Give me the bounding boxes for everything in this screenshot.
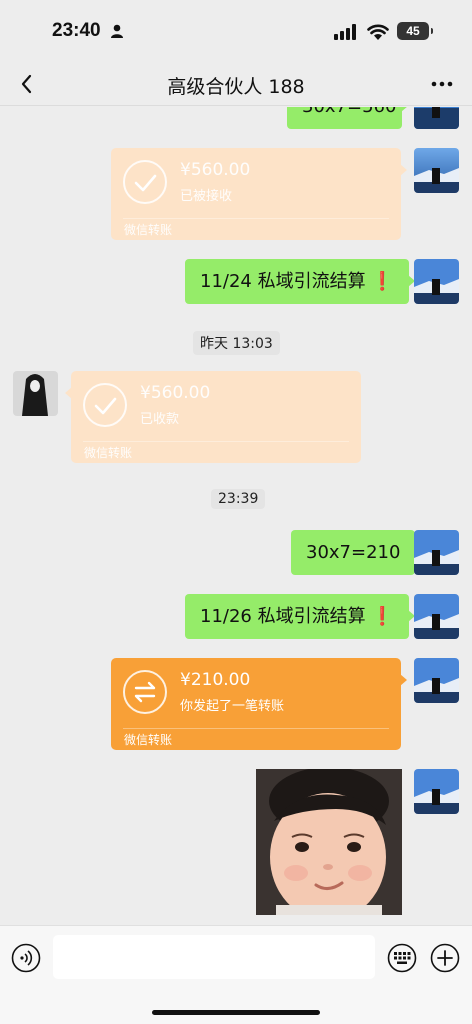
avatar-self[interactable] — [414, 594, 459, 639]
timestamp: 昨天 13:03 — [193, 331, 280, 355]
person-icon — [111, 24, 123, 38]
transfer-footer: 微信转账 — [124, 223, 173, 237]
avatar-self[interactable] — [414, 530, 459, 575]
chat-title: 高级合伙人 188 — [167, 76, 305, 98]
input-bar — [0, 925, 472, 1024]
avatar-self[interactable] — [414, 658, 459, 703]
transfer-amount: ¥560.00 — [180, 160, 251, 180]
transfer-footer: 微信转账 — [124, 733, 173, 747]
divider — [123, 728, 389, 729]
message-list[interactable]: 30x7=560 ¥560.00 已被接收 微信转账 11/24 私域引流结算 … — [0, 107, 472, 925]
transfer-card[interactable]: ¥560.00 已收款 微信转账 — [65, 371, 361, 463]
transfer-status: 已收款 — [140, 412, 180, 427]
message-input[interactable] — [53, 935, 375, 979]
check-icon — [123, 160, 167, 204]
avatar-self[interactable] — [414, 259, 459, 304]
status-time: 23:40 — [52, 20, 101, 41]
divider — [123, 218, 389, 219]
battery-indicator: 45 — [397, 22, 433, 40]
timestamp: 23:39 — [211, 489, 266, 509]
message-bubble[interactable]: 30x7=210 — [291, 530, 422, 575]
alert-mark: ❗ — [371, 606, 394, 627]
message-text: 30x7=210 — [306, 542, 401, 563]
more-icon[interactable] — [430, 74, 454, 94]
transfer-status: 你发起了一笔转账 — [180, 699, 285, 714]
avatar-other[interactable] — [13, 371, 58, 416]
signal-icon — [334, 24, 356, 40]
plus-icon[interactable] — [430, 943, 460, 973]
message-text: 11/26 私域引流结算 — [200, 606, 366, 627]
voice-icon[interactable] — [11, 943, 41, 973]
avatar-self[interactable] — [414, 769, 459, 814]
message-text: 11/24 私域引流结算 — [200, 271, 366, 292]
avatar-self[interactable] — [414, 107, 459, 129]
transfer-status: 已被接收 — [180, 189, 233, 204]
transfer-card[interactable]: ¥560.00 已被接收 微信转账 — [111, 148, 407, 240]
keyboard-icon[interactable] — [387, 943, 417, 973]
wifi-icon — [367, 24, 389, 40]
message-text: 30x7=560 — [302, 107, 396, 117]
message-bubble[interactable]: 11/24 私域引流结算 ❗ — [185, 259, 415, 304]
alert-mark: ❗ — [371, 271, 394, 292]
status-bar: 23:40 45 — [0, 0, 472, 62]
transfer-card[interactable]: ¥210.00 你发起了一笔转账 微信转账 — [111, 658, 407, 750]
divider — [83, 441, 349, 442]
sticker-image[interactable] — [256, 769, 402, 915]
home-indicator — [152, 1010, 320, 1015]
avatar-self[interactable] — [414, 148, 459, 193]
transfer-amount: ¥560.00 — [140, 383, 211, 403]
message-bubble[interactable]: 11/26 私域引流结算 ❗ — [185, 594, 415, 639]
message-bubble-partial[interactable]: 30x7=560 — [287, 107, 408, 129]
check-icon — [83, 383, 127, 427]
transfer-arrows-icon — [123, 670, 167, 714]
transfer-footer: 微信转账 — [84, 446, 133, 460]
transfer-amount: ¥210.00 — [180, 670, 251, 690]
chat-header: 高级合伙人 188 — [0, 62, 472, 106]
